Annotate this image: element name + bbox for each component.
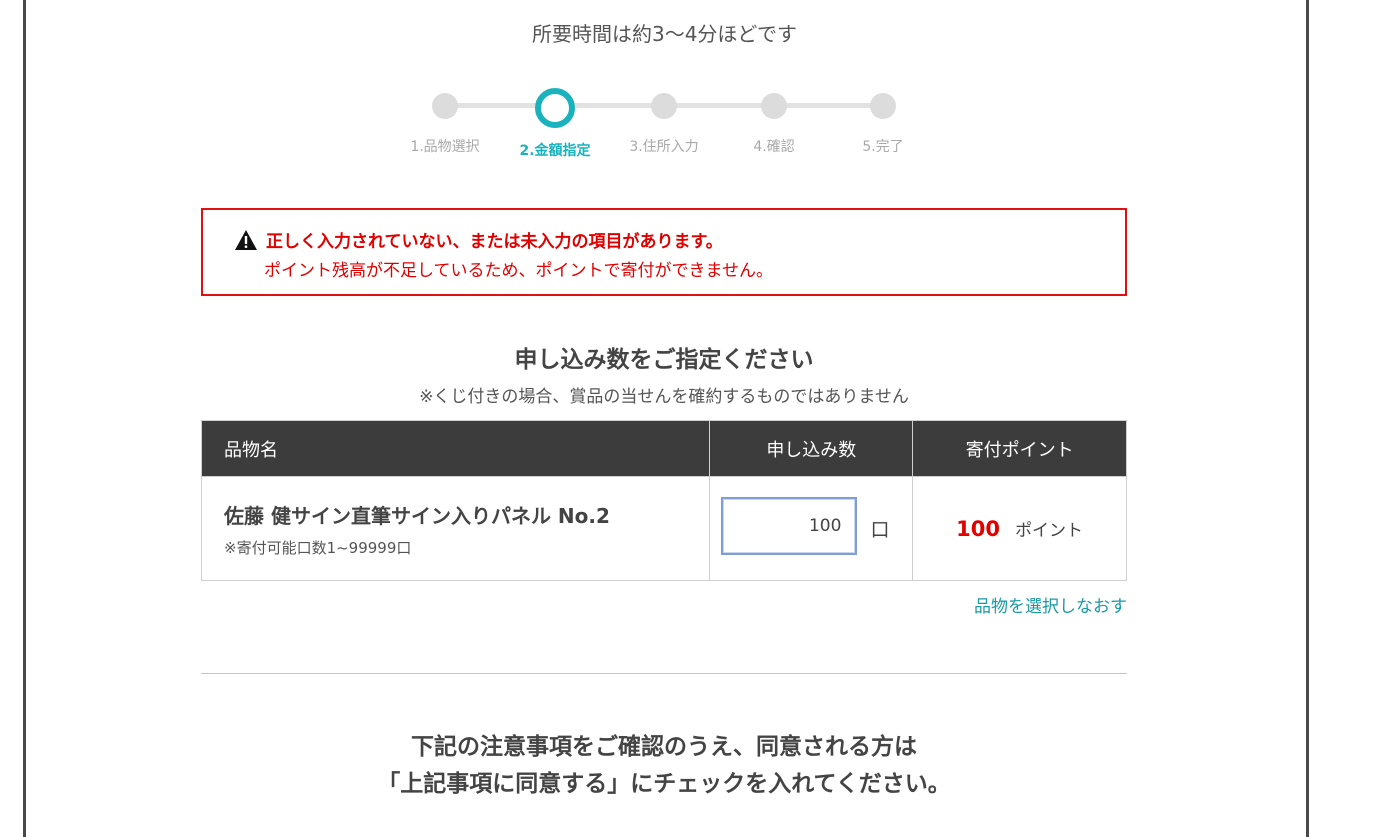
order-table: 品物名 申し込み数 寄付ポイント 佐藤 健サイン直筆サイン入りパネル No.2 … [200, 420, 1127, 581]
step-label: 1.品物選択 [410, 139, 480, 155]
table-header-row: 品物名 申し込み数 寄付ポイント [200, 420, 1127, 477]
item-limit: ※寄付可能口数1~99999口 [224, 538, 412, 557]
agreement-instructions: 下記の注意事項をご確認のうえ、同意される方は 「上記事項に同意する」にチェックを… [201, 729, 1127, 803]
step-label-active: 2.金額指定 [519, 143, 591, 159]
step-dot-active [535, 88, 575, 128]
quantity-cell: 口 [709, 476, 914, 581]
error-title: 正しく入力されていない、または未入力の項目があります。 [266, 232, 723, 252]
step-label: 4.確認 [753, 139, 795, 155]
column-header-quantity: 申し込み数 [709, 420, 914, 477]
item-cell: 佐藤 健サイン直筆サイン入りパネル No.2 ※寄付可能口数1~99999口 [200, 476, 711, 581]
progress-stepper: 1.品物選択 2.金額指定 3.住所入力 4.確認 5.完了 [405, 86, 925, 166]
step-4: 4.確認 [719, 86, 829, 156]
agreement-line-2: 「上記事項に同意する」にチェックを入れてください。 [377, 771, 951, 797]
step-label: 5.完了 [862, 139, 904, 155]
step-dot [651, 93, 677, 119]
step-5: 5.完了 [828, 86, 938, 156]
step-2-active: 2.金額指定 [500, 86, 610, 160]
error-alert: 正しく入力されていない、または未入力の項目があります。 ポイント残高が不足してい… [201, 208, 1127, 296]
points-unit: ポイント [1015, 521, 1084, 541]
step-dot [761, 93, 787, 119]
agreement-line-1: 下記の注意事項をご確認のうえ、同意される方は [411, 734, 917, 760]
column-header-points: 寄付ポイント [912, 420, 1127, 477]
table-row: 佐藤 健サイン直筆サイン入りパネル No.2 ※寄付可能口数1~99999口 口… [200, 476, 1127, 581]
quantity-input[interactable] [721, 497, 858, 555]
points-cell: 100 ポイント [912, 476, 1127, 581]
points-value: 100 [956, 517, 1000, 541]
order-title: 申し込み数をご指定ください [514, 347, 814, 373]
column-header-item: 品物名 [200, 420, 711, 477]
quantity-unit: 口 [870, 519, 890, 541]
step-3: 3.住所入力 [609, 86, 719, 156]
error-title-row: 正しく入力されていない、または未入力の項目があります。 [234, 227, 723, 252]
item-name: 佐藤 健サイン直筆サイン入りパネル No.2 [224, 503, 610, 528]
time-note: 所要時間は約3～4分ほどです [531, 22, 798, 46]
order-note: ※くじ付きの場合、賞品の当せんを確約するものではありません [419, 387, 909, 407]
step-dot [432, 93, 458, 119]
step-dot [870, 93, 896, 119]
warning-icon [234, 229, 258, 251]
error-message: ポイント残高が不足しているため、ポイントで寄付ができません。 [264, 261, 773, 281]
step-label: 3.住所入力 [629, 139, 699, 155]
section-divider [201, 673, 1127, 674]
step-1: 1.品物選択 [390, 86, 500, 156]
reselect-item-link[interactable]: 品物を選択しなおす [974, 592, 1127, 617]
